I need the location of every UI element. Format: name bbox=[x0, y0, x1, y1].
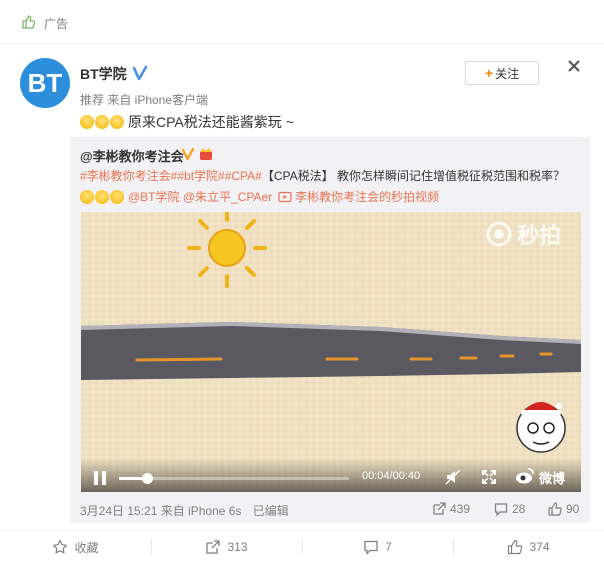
thumbs-up-icon bbox=[22, 15, 36, 29]
plus-icon: + bbox=[484, 65, 494, 81]
weibo-label: 微博 bbox=[539, 471, 566, 486]
emoji-face-icon bbox=[110, 115, 124, 129]
like-button[interactable]: 374 bbox=[453, 531, 604, 562]
share-icon bbox=[206, 540, 221, 554]
repost-like-count[interactable]: 90 bbox=[548, 502, 579, 516]
hashtag-link[interactable]: #李彬教你考注会##bt学院##CPA# bbox=[80, 169, 262, 183]
avatar[interactable]: BT bbox=[20, 58, 70, 108]
mention-links[interactable]: @BT学院 @朱立平_CPAer bbox=[128, 188, 272, 205]
video-controls: 00:04/00:40 微博 bbox=[81, 458, 581, 492]
video-watermark: 秒拍 bbox=[485, 218, 561, 250]
post-text-row: 原来CPA税法还能酱紫玩 ~ bbox=[80, 112, 294, 132]
member-crown-icon bbox=[200, 148, 212, 160]
sun-icon bbox=[187, 212, 267, 288]
follow-label: 关注 bbox=[495, 66, 520, 81]
video-time: 00:04/00:40 bbox=[362, 470, 421, 482]
video-player[interactable]: 秒拍 00:04/00:40 微博 bbox=[81, 212, 581, 492]
character-avatar bbox=[516, 402, 566, 453]
follow-button[interactable]: + 关注 bbox=[465, 61, 539, 85]
repost-text: #李彬教你考注会##bt学院##CPA#【CPA税法】 教你怎样瞬间记住增值税征… bbox=[80, 167, 565, 184]
emoji-sunglasses-icon bbox=[110, 189, 124, 204]
like-icon bbox=[508, 539, 523, 555]
watermark-text: 秒拍 bbox=[516, 223, 561, 248]
progress-track[interactable] bbox=[119, 473, 349, 484]
share-icon bbox=[433, 502, 446, 515]
emoji-sunglasses-icon bbox=[80, 189, 94, 204]
comment-button[interactable]: 7 bbox=[302, 531, 453, 562]
post-meta: 推荐 来自 iPhone客户端 bbox=[80, 93, 209, 107]
repost-button[interactable]: 313 bbox=[151, 531, 302, 562]
comment-icon bbox=[364, 540, 378, 555]
close-icon[interactable] bbox=[565, 57, 583, 75]
repost-repost-count[interactable]: 439 bbox=[432, 502, 470, 516]
edited-label[interactable]: 已编辑 bbox=[253, 504, 289, 518]
star-icon bbox=[53, 539, 68, 554]
video-link-icon bbox=[278, 191, 292, 202]
like-icon bbox=[548, 502, 562, 516]
emoji-face-icon bbox=[80, 115, 94, 129]
progress-knob[interactable] bbox=[141, 473, 153, 484]
post-text: 原来CPA税法还能酱紫玩 ~ bbox=[128, 114, 294, 130]
road bbox=[81, 322, 581, 380]
repost-username[interactable]: @李彬教你考注会 bbox=[80, 146, 184, 165]
pause-icon[interactable] bbox=[93, 470, 107, 486]
ad-bar: 广告 bbox=[0, 0, 604, 44]
action-bar: 收藏 313 7 374 bbox=[0, 530, 604, 562]
fullscreen-icon[interactable] bbox=[481, 469, 497, 485]
mute-icon[interactable] bbox=[445, 469, 461, 485]
repost-mentions-row: @BT学院 @朱立平_CPAer 李彬教你考注会的秒拍视频 bbox=[80, 188, 439, 205]
ad-label: 广告 bbox=[44, 17, 69, 31]
video-link[interactable]: 李彬教你考注会的秒拍视频 bbox=[295, 188, 439, 205]
repost-comment-count[interactable]: 28 bbox=[494, 502, 525, 516]
verified-icon bbox=[181, 147, 195, 161]
repost-body: 【CPA税法】 教你怎样瞬间记住增值税征税范围和税率？ bbox=[261, 169, 565, 183]
bt-logo-icon: BT bbox=[28, 68, 63, 98]
favorite-button[interactable]: 收藏 bbox=[0, 531, 151, 562]
post-username[interactable]: BT学院 bbox=[80, 64, 127, 84]
verified-icon bbox=[132, 65, 148, 81]
emoji-face-icon bbox=[95, 115, 109, 129]
comment-icon bbox=[494, 503, 508, 516]
video-scene bbox=[81, 212, 581, 453]
repost-time: 3月24日 15:21 来自 iPhone 6s bbox=[80, 504, 242, 518]
avatar-text: BT bbox=[28, 68, 63, 98]
emoji-sunglasses-icon bbox=[95, 189, 109, 204]
camera-icon bbox=[486, 221, 512, 247]
weibo-logo-icon bbox=[516, 468, 534, 484]
